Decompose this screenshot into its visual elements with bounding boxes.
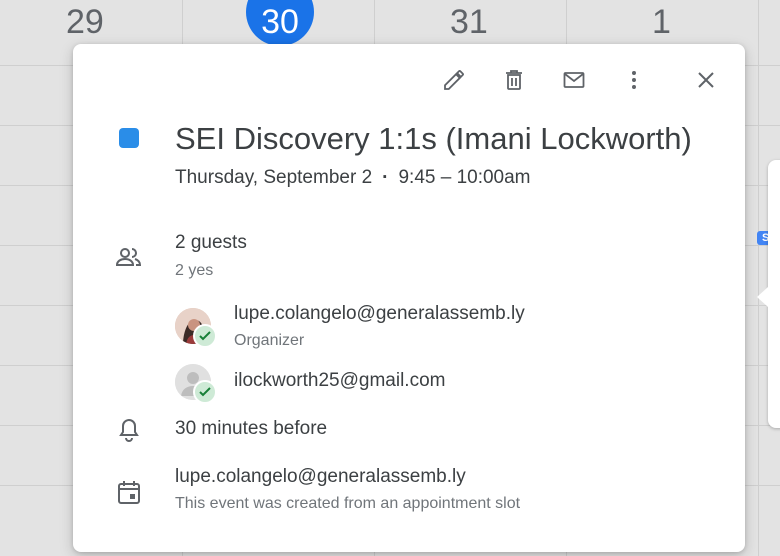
edit-icon [444, 70, 464, 90]
reminder-text: 30 minutes before [175, 418, 328, 439]
guest-role: Organizer [234, 332, 305, 349]
calendar-owner: lupe.colangelo@generalassemb.ly [175, 466, 466, 487]
close-button[interactable] [692, 66, 720, 94]
guest-email[interactable]: lupe.colangelo@generalassemb.ly [234, 303, 525, 325]
day-number[interactable]: 1 [652, 0, 671, 44]
calendar-icon [115, 478, 143, 506]
guest-responses: 2 yes [175, 262, 214, 279]
email-guests-button[interactable] [560, 66, 588, 94]
event-color-swatch [119, 128, 139, 148]
today-indicator[interactable]: 30 [246, 0, 314, 46]
people-icon [115, 243, 143, 271]
delete-icon [506, 70, 522, 90]
avatar[interactable] [175, 308, 217, 348]
close-icon [698, 72, 714, 88]
guest-count: 2 guests [175, 232, 247, 253]
event-time: 9:45 – 10:00am [398, 167, 531, 188]
guest-email[interactable]: ilockworth25@gmail.com [234, 370, 445, 392]
grid-line [758, 0, 759, 556]
event-title: SEI Discovery 1:1s (Imani Lockworth) [175, 121, 692, 156]
day-number[interactable]: 31 [450, 0, 488, 44]
separator-dot: · [382, 167, 389, 188]
event-source-note: This event was created from an appointme… [175, 495, 521, 512]
day-number-today[interactable]: 30 [246, 0, 314, 44]
edit-event-button[interactable] [440, 66, 468, 94]
event-details-popup: SEI Discovery 1:1s (Imani Lockworth) Thu… [73, 44, 745, 552]
avatar[interactable] [175, 364, 217, 404]
delete-event-button[interactable] [500, 66, 528, 94]
adjacent-popup-card [768, 160, 780, 428]
popup-pointer [757, 287, 768, 307]
event-datetime: Thursday, September 2 · 9:45 – 10:00am [175, 167, 531, 189]
email-icon [563, 72, 585, 88]
day-number[interactable]: 29 [66, 0, 104, 44]
more-options-button[interactable] [620, 66, 648, 94]
accepted-check-icon [193, 380, 217, 404]
bell-icon [115, 416, 143, 444]
accepted-check-icon [193, 324, 217, 348]
event-date: Thursday, September 2 [175, 167, 373, 188]
more-options-icon [632, 71, 636, 89]
